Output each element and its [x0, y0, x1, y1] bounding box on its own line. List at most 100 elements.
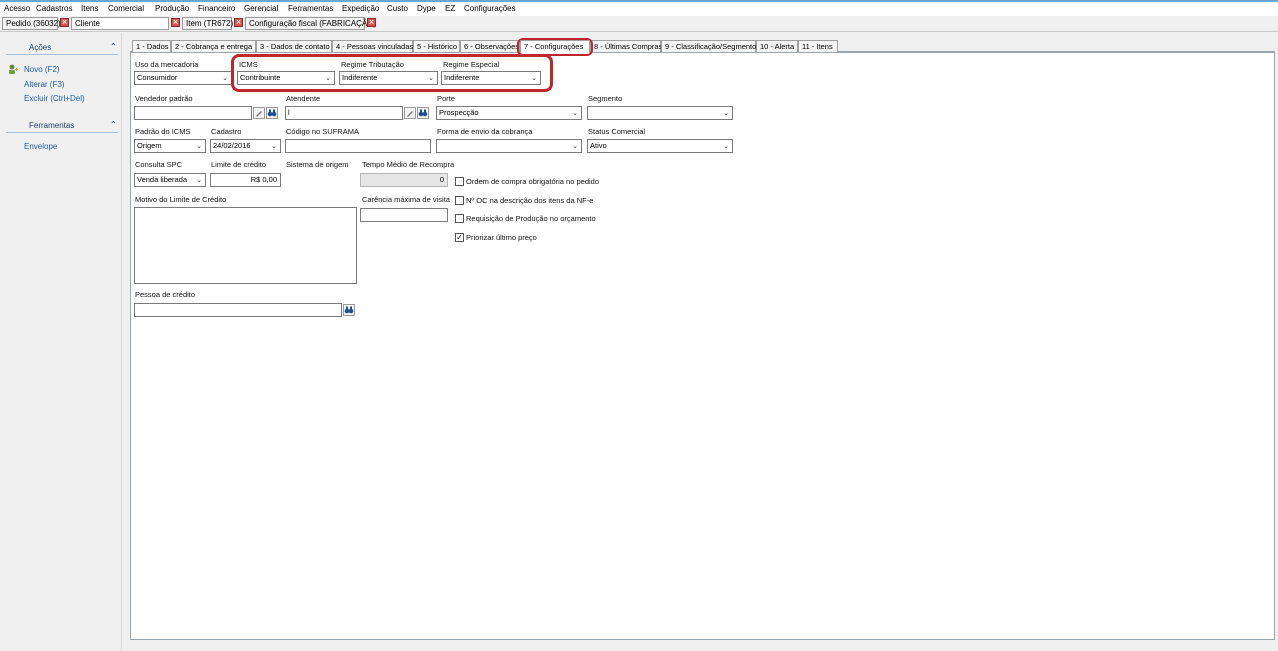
menu-expedicao[interactable]: Expedição: [342, 4, 379, 13]
menu-financeiro[interactable]: Financeiro: [198, 4, 235, 13]
limite-credito-value: R$ 0,00: [250, 175, 277, 184]
tab-ultimas-compras[interactable]: 8 - Últimas Compras: [590, 40, 662, 52]
tab-historico[interactable]: 5 - Histórico: [413, 40, 460, 52]
edit-icon[interactable]: [253, 107, 265, 119]
ordem-compra-checkbox[interactable]: [455, 177, 464, 186]
cadastro-value: 24/02/2016: [213, 141, 251, 150]
dropdown-arrow-icon: ⌄: [271, 142, 277, 150]
binoculars-icon[interactable]: [266, 107, 278, 119]
nota-oc-checkbox[interactable]: [455, 196, 464, 205]
carencia-maxima-input[interactable]: [360, 208, 448, 222]
uso-mercadoria-select[interactable]: Consumidor ⌄: [134, 71, 232, 85]
limite-credito-input[interactable]: R$ 0,00: [210, 173, 281, 187]
doc-tab-cliente-label: Cliente: [75, 19, 100, 28]
edit-icon[interactable]: [404, 107, 416, 119]
tab-alerta[interactable]: 10 - Alerta: [756, 40, 798, 52]
menu-ferramentas[interactable]: Ferramentas: [288, 4, 333, 13]
consulta-spc-value: Venda liberada: [137, 175, 188, 184]
priorizar-ultimo-preco-checkbox[interactable]: ✓: [455, 233, 464, 242]
menu-dype[interactable]: Dype: [417, 4, 436, 13]
menu-gerencial[interactable]: Gerencial: [244, 4, 278, 13]
sidebar-ferramentas-title: Ferramentas: [29, 121, 75, 130]
pessoa-credito-label: Pessoa de crédito: [135, 290, 196, 299]
new-icon: [9, 64, 18, 74]
tab-observacoes[interactable]: 6 - Observações: [460, 40, 520, 52]
tempo-medio-recompra-label: Tempo Médio de Recompra: [362, 160, 455, 169]
forma-envio-select[interactable]: ⌄: [436, 139, 582, 153]
vendedor-padrao-input[interactable]: [134, 106, 252, 120]
chevron-up-icon[interactable]: ⌃: [110, 42, 117, 51]
sidebar-alterar-link[interactable]: Alterar (F3): [24, 80, 64, 89]
nota-oc-label: Nº OC na descrição dos itens da NF-e: [466, 196, 594, 205]
menu-acesso[interactable]: Acesso: [4, 4, 30, 13]
limite-credito-label: Limite de crédito: [211, 160, 267, 169]
doc-tab-pedido[interactable]: Pedido (36032): [2, 17, 61, 30]
uso-mercadoria-value: Consumidor: [137, 73, 178, 82]
menu-configuracoes[interactable]: Configurações: [464, 4, 516, 13]
dropdown-arrow-icon: ⌄: [572, 142, 578, 150]
tab-classificacao-segmento[interactable]: 9 - Classificação/Segmento: [661, 40, 756, 52]
cadastro-date-input[interactable]: 24/02/2016 ⌄: [210, 139, 281, 153]
status-comercial-select[interactable]: Ativo ⌄: [587, 139, 733, 153]
doc-tab-item[interactable]: Item (TR672): [182, 17, 234, 30]
chevron-up-icon[interactable]: ⌃: [110, 120, 117, 129]
porte-select[interactable]: Prospecção ⌄: [436, 106, 582, 120]
tab-cobranca-entrega[interactable]: 2 - Cobrança e entrega: [171, 40, 256, 52]
tab-pessoas-vinculadas[interactable]: 4 - Pessoas vinculadas: [332, 40, 413, 52]
sidebar-divider: [6, 54, 118, 55]
sidebar-divider: [6, 132, 118, 133]
dropdown-arrow-icon: ⌄: [572, 109, 578, 117]
doc-tab-item-label: Item (TR672): [186, 19, 234, 28]
dropdown-arrow-icon: ⌄: [428, 74, 434, 82]
menu-itens[interactable]: Itens: [81, 4, 98, 13]
status-comercial-label: Status Comercial: [588, 127, 646, 136]
atendente-label: Atendente: [286, 94, 321, 103]
segmento-select[interactable]: ⌄: [587, 106, 733, 120]
cadastro-label: Cadastro: [211, 127, 242, 136]
regime-especial-label: Regime Especial: [443, 60, 500, 69]
regime-tributacao-select[interactable]: Indiferente ⌄: [339, 71, 438, 85]
menu-producao[interactable]: Produção: [155, 4, 189, 13]
close-icon[interactable]: ×: [367, 18, 376, 27]
segmento-label: Segmento: [588, 94, 623, 103]
atendente-input[interactable]: l: [285, 106, 403, 120]
menu-comercial[interactable]: Comercial: [108, 4, 144, 13]
menu-ez[interactable]: EZ: [445, 4, 455, 13]
sidebar-excluir-link[interactable]: Excluir (Ctrl+Del): [24, 94, 85, 103]
tab-configuracoes[interactable]: 7 - Configurações: [520, 40, 590, 53]
sidebar: Ações ⌃ Novo (F2) Alterar (F3) Excluir (…: [0, 33, 122, 651]
doc-tab-config-fiscal[interactable]: Configuração fiscal (FABRICAÇÃO): [245, 17, 376, 30]
tab-dados[interactable]: 1 - Dados: [132, 40, 171, 52]
porte-label: Porte: [437, 94, 455, 103]
sidebar-novo-link[interactable]: Novo (F2): [24, 65, 60, 74]
icms-select[interactable]: Contribuinte ⌄: [237, 71, 335, 85]
padrao-icms-select[interactable]: Origem ⌄: [134, 139, 206, 153]
binoculars-icon[interactable]: [417, 107, 429, 119]
menu-custo[interactable]: Custo: [387, 4, 408, 13]
uso-mercadoria-label: Uso da mercadoria: [135, 60, 199, 69]
close-icon[interactable]: ×: [234, 18, 243, 27]
requisicao-producao-checkbox[interactable]: [455, 214, 464, 223]
consulta-spc-select[interactable]: Venda liberada ⌄: [134, 173, 206, 187]
menu-cadastros[interactable]: Cadastros: [36, 4, 72, 13]
doc-tab-cliente[interactable]: Cliente: [71, 17, 169, 30]
close-icon[interactable]: ×: [171, 18, 180, 27]
vendedor-padrao-label: Vendedor padrão: [135, 94, 193, 103]
sidebar-envelope-link[interactable]: Envelope: [24, 142, 57, 151]
dropdown-arrow-icon: ⌄: [222, 74, 228, 82]
dropdown-arrow-icon: ⌄: [325, 74, 331, 82]
menu-bar: Acesso Cadastros Itens Comercial Produçã…: [0, 2, 1278, 16]
regime-tributacao-value: Indiferente: [342, 73, 378, 82]
padrao-icms-value: Origem: [137, 141, 162, 150]
tab-itens[interactable]: 11 - Itens: [798, 40, 838, 52]
dropdown-arrow-icon: ⌄: [723, 109, 729, 117]
close-icon[interactable]: ×: [60, 18, 69, 27]
tempo-medio-recompra-value: 0: [439, 175, 444, 184]
doc-tab-config-fiscal-label: Configuração fiscal (FABRICAÇÃO): [249, 19, 377, 28]
regime-especial-select[interactable]: Indiferente ⌄: [441, 71, 541, 85]
tab-dados-contato[interactable]: 3 - Dados de contato: [256, 40, 332, 52]
binoculars-icon[interactable]: [343, 304, 355, 316]
pessoa-credito-input[interactable]: [134, 303, 342, 317]
motivo-limite-textarea[interactable]: [134, 207, 357, 284]
codigo-suframa-input[interactable]: [285, 139, 431, 153]
